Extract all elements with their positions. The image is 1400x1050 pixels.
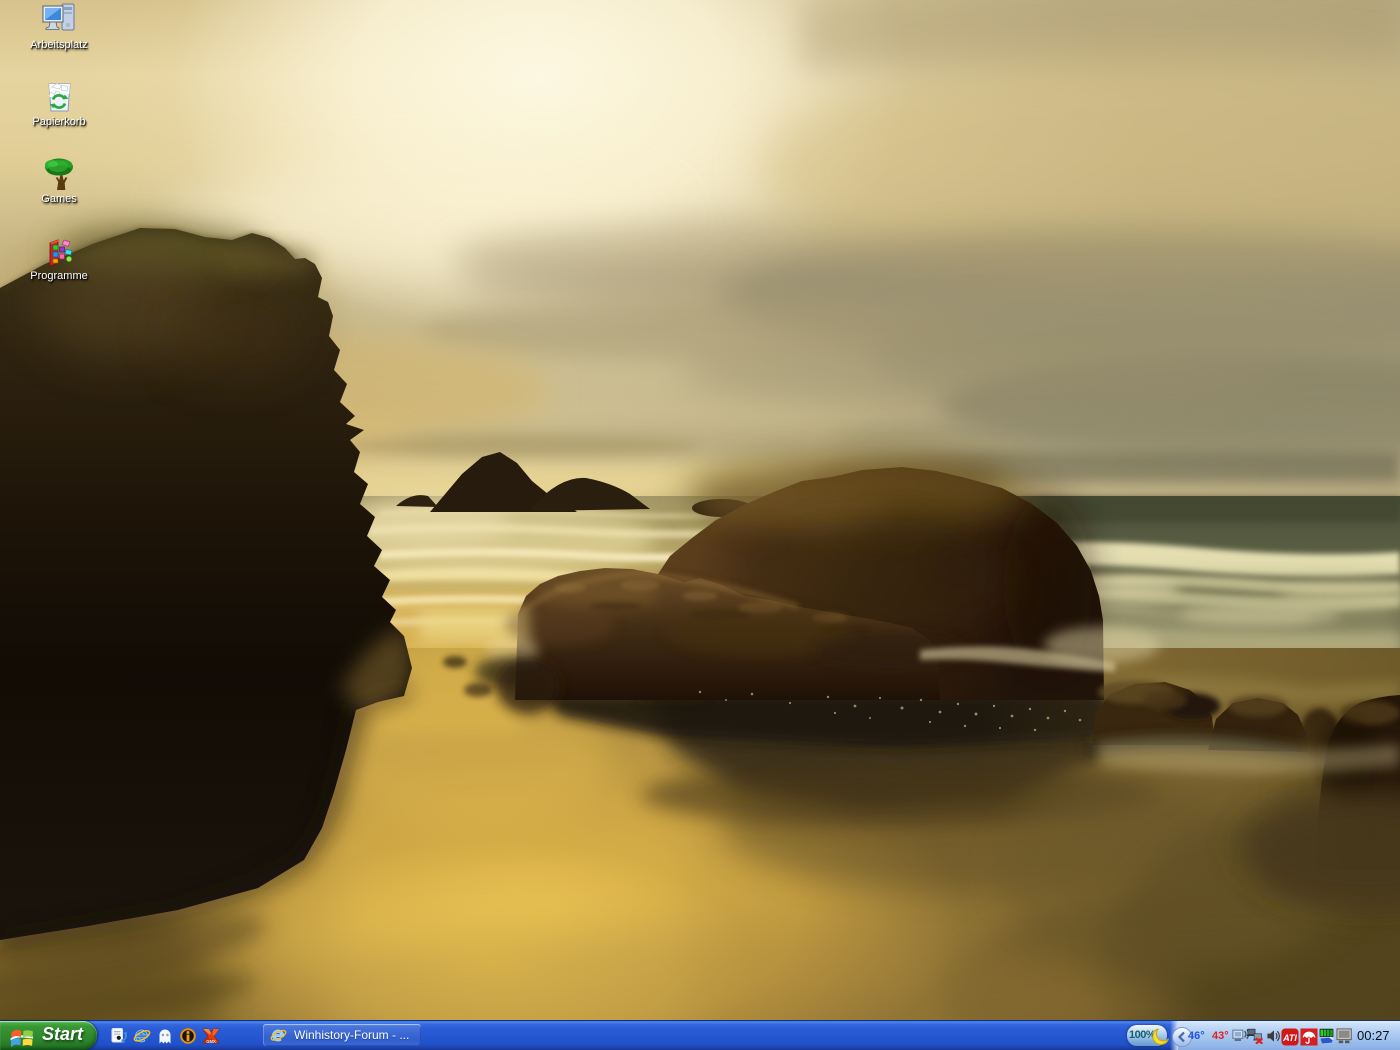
svg-text:GMX: GMX xyxy=(206,1039,216,1044)
svg-text:ATI: ATI xyxy=(1282,1033,1297,1043)
